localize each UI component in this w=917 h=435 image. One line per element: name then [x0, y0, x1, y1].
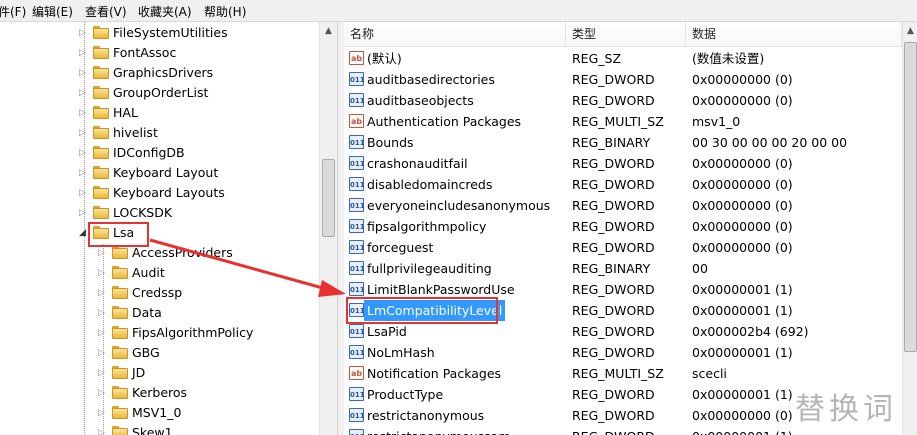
- annotation-arrow: [149, 238, 346, 297]
- arrow-shaft: [149, 238, 331, 292]
- watermark: 替换词: [795, 392, 897, 427]
- arrow-head-icon: [318, 280, 346, 297]
